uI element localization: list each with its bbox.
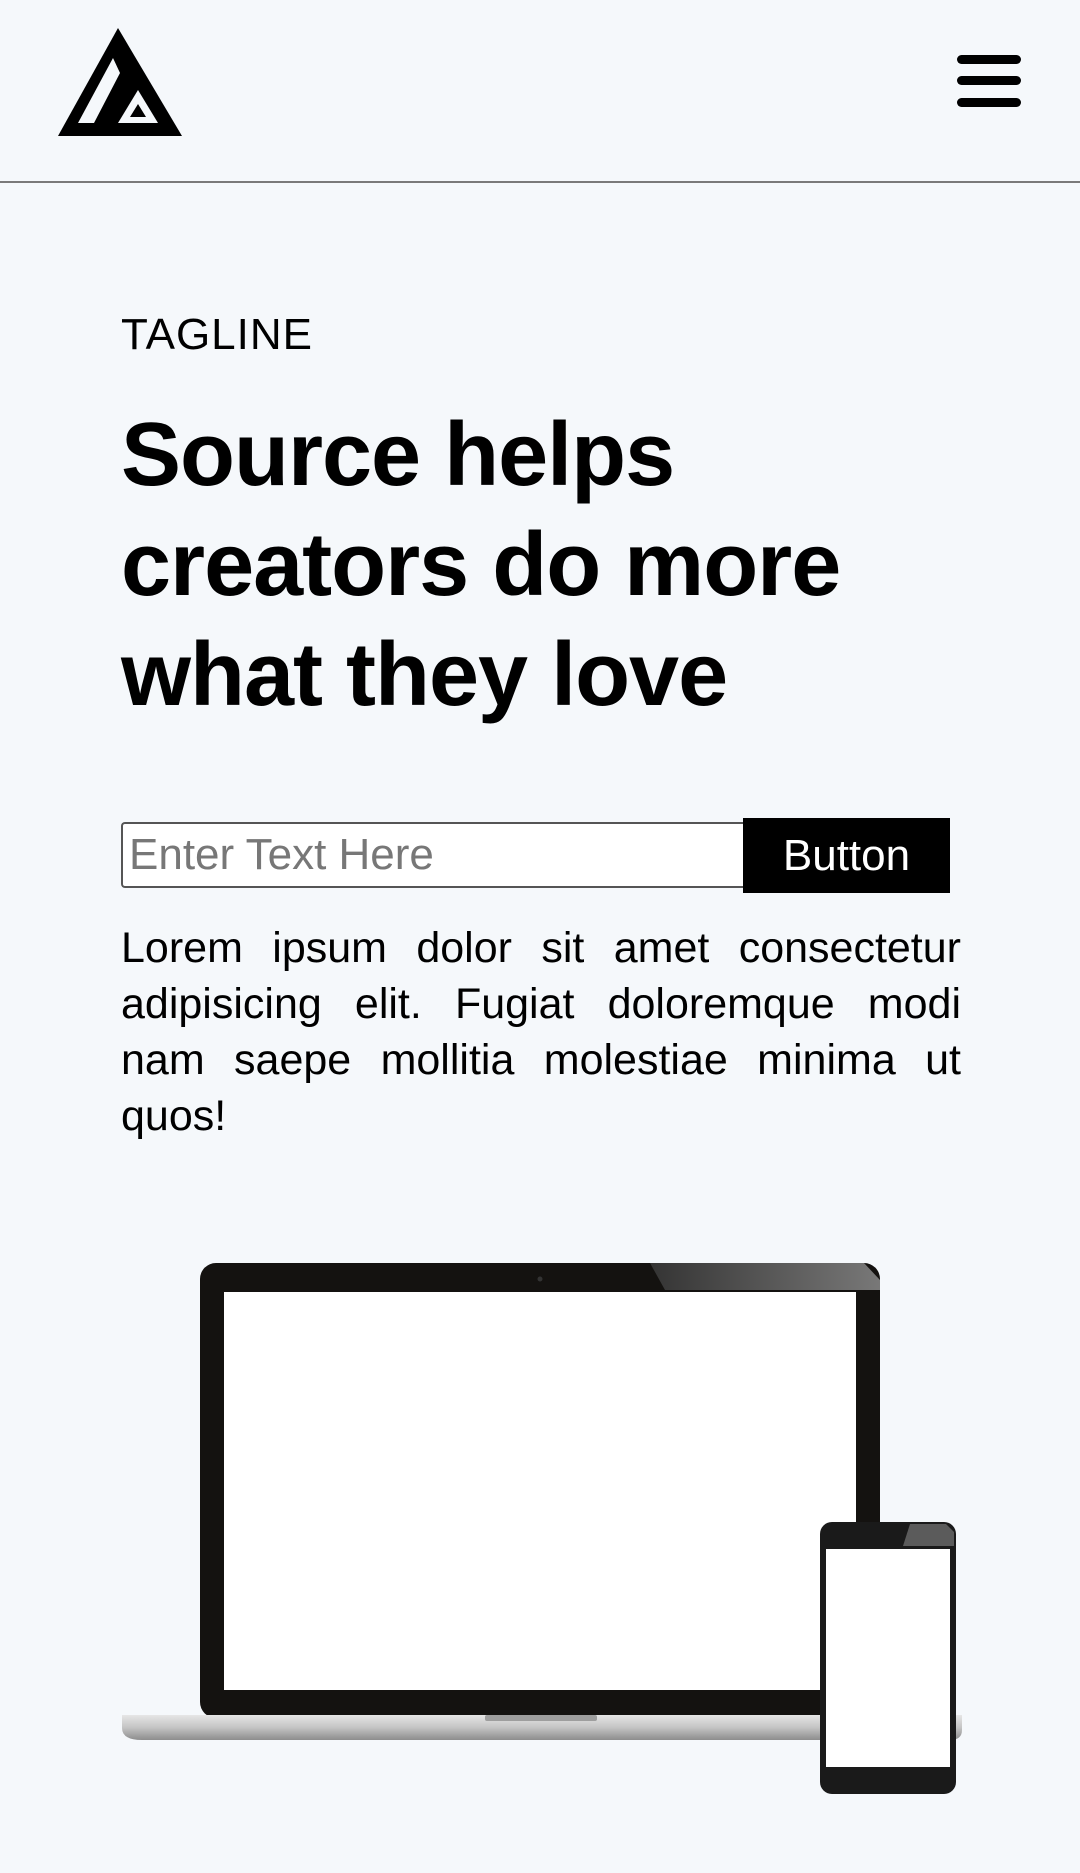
signup-form: Button [121, 818, 950, 893]
hero-section: TAGLINE Source helps creators do more wh… [121, 300, 961, 730]
hero-headline: Source helps creators do more what they … [121, 405, 841, 725]
triangle-logo-icon[interactable] [58, 28, 182, 136]
tagline: TAGLINE [121, 310, 314, 359]
site-header [0, 0, 1080, 183]
text-input[interactable] [121, 822, 743, 888]
menu-bar [957, 98, 1021, 107]
hero-description: Lorem ipsum dolor sit amet consectetur a… [121, 924, 961, 1140]
menu-bar [957, 55, 1021, 64]
menu-bar [957, 76, 1021, 85]
smartphone-icon [820, 1522, 956, 1794]
landing-page: TAGLINE Source helps creators do more wh… [0, 0, 1080, 1873]
devices-illustration [122, 1263, 962, 1794]
hamburger-menu-icon[interactable] [955, 52, 1023, 112]
submit-button[interactable]: Button [743, 818, 950, 893]
